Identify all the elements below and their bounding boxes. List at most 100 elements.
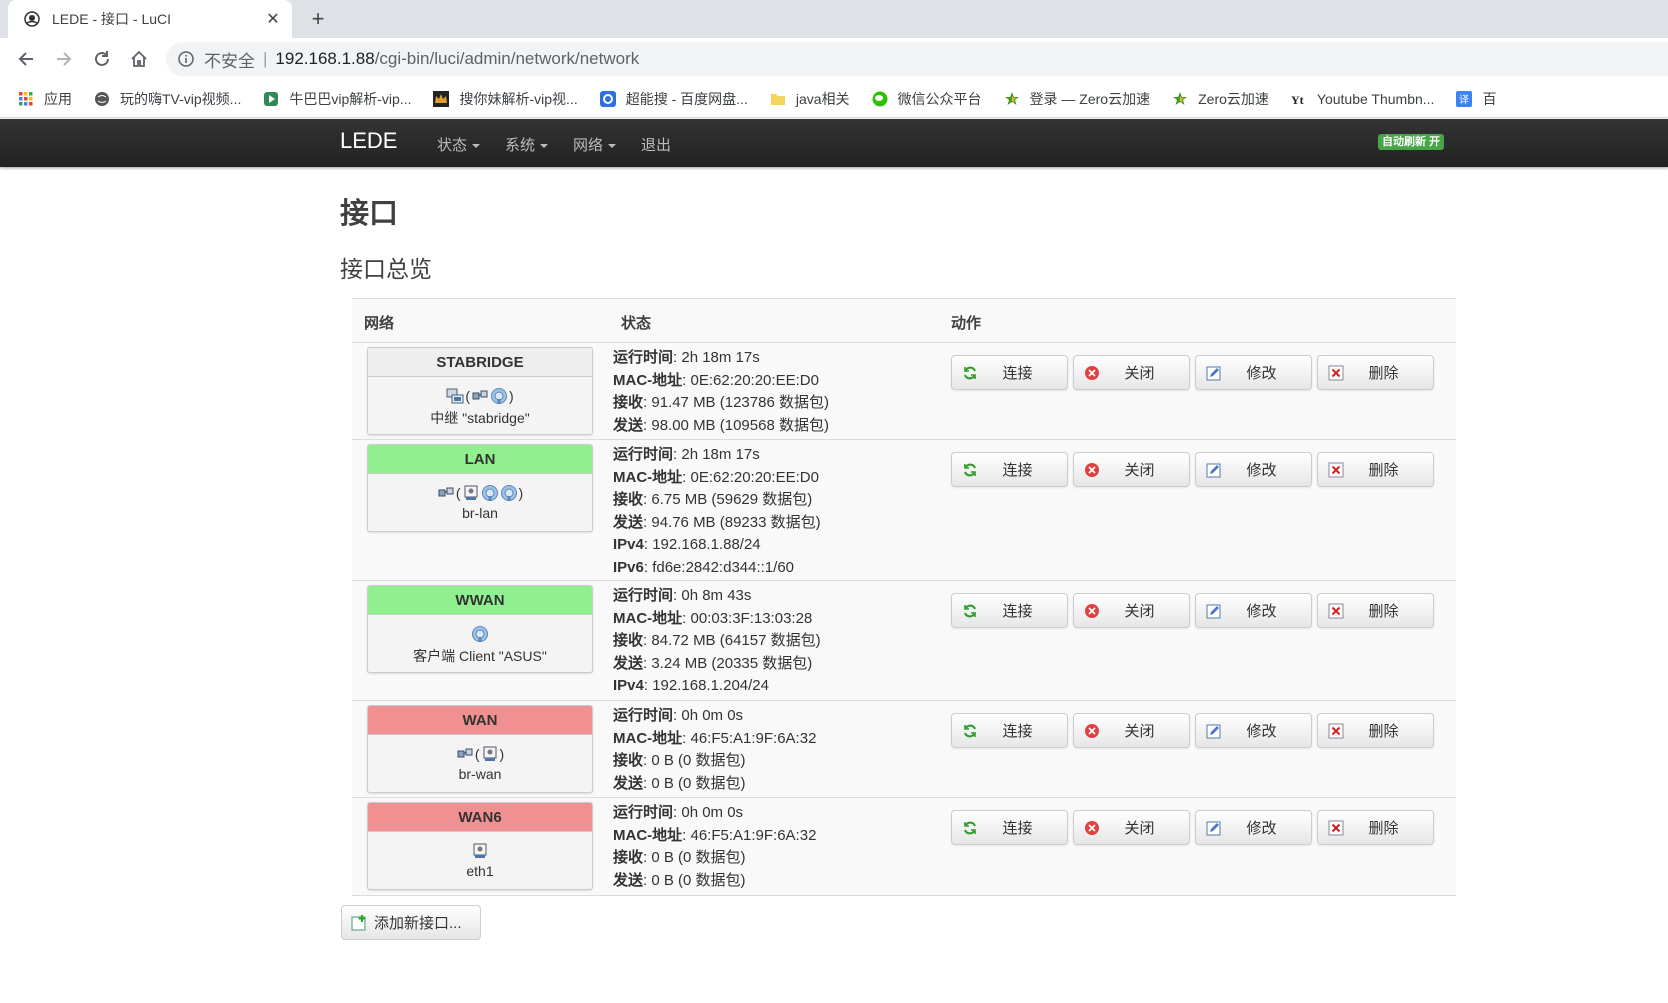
bookmark-item[interactable]: 译百 — [1456, 89, 1496, 109]
svg-text:Yt: Yt — [1291, 93, 1304, 107]
caret-down-icon — [608, 143, 617, 148]
edit-button[interactable]: 修改 — [1195, 355, 1312, 390]
edit-button[interactable]: 修改 — [1195, 810, 1312, 845]
status-block: 运行时间: 2h 18m 17s MAC-地址: 0E:62:20:20:EE:D… — [613, 347, 829, 437]
connect-button[interactable]: 连接 — [951, 593, 1068, 628]
status-label: IPv4 — [613, 677, 644, 695]
edit-button[interactable]: 修改 — [1195, 452, 1312, 487]
connect-button[interactable]: 连接 — [951, 452, 1068, 487]
network-box[interactable]: WWAN 客户端 Client "ASUS" — [367, 585, 593, 673]
bracket-text: ) — [509, 388, 514, 404]
status-value: 0h 0m 0s — [681, 804, 744, 821]
forward-arrow-icon[interactable] — [50, 46, 78, 72]
bookmark-item[interactable]: 登录 — Zero云加速 — [1004, 89, 1150, 109]
connect-button[interactable]: 连接 — [951, 355, 1068, 390]
new-tab-button[interactable]: + — [304, 6, 332, 32]
status-value: 3.24 MB (20335 数据包) — [651, 654, 813, 672]
status-uptime: 运行时间: 2h 18m 17s — [613, 446, 760, 463]
connect-button[interactable]: 连接 — [951, 713, 1068, 748]
status-label: 接收 — [613, 491, 644, 509]
status-label: MAC-地址 — [613, 609, 683, 627]
translate-icon: 译 — [1456, 90, 1473, 107]
home-icon[interactable] — [125, 46, 153, 72]
delete-button[interactable]: 删除 — [1317, 452, 1434, 487]
stop-button[interactable]: 关闭 — [1073, 810, 1190, 845]
status-ipv6: IPv6: fd6e:2842:d344::1/60 — [613, 558, 794, 576]
svg-text:译: 译 — [1459, 94, 1469, 106]
network-box[interactable]: WAN() br-wan — [367, 705, 593, 793]
status-value: 94.76 MB (89233 数据包) — [651, 513, 821, 531]
network-name: STABRIDGE — [368, 348, 592, 377]
bookmark-item[interactable]: 牛巴巴vip解析-vip... — [263, 89, 411, 109]
action-buttons: 连接 关闭 修改 删除 — [951, 810, 1434, 845]
port-icon — [471, 842, 489, 860]
bookmark-item[interactable]: java相关 — [770, 89, 850, 109]
wifi-icon — [481, 484, 499, 502]
back-arrow-icon[interactable] — [12, 46, 40, 72]
bookmark-item[interactable]: 玩的嗨TV-vip视频... — [94, 89, 241, 109]
status-value: 0 B (0 数据包) — [651, 871, 746, 889]
bookmark-item[interactable]: Zero云加速 — [1172, 89, 1269, 109]
caret-down-icon — [472, 143, 481, 148]
table-header: 网络 状态 动作 — [352, 299, 1456, 343]
menu-status[interactable]: 状态 — [437, 134, 481, 155]
bracket-text: ( — [455, 485, 461, 501]
status-tx: 发送: 94.76 MB (89233 数据包) — [613, 513, 821, 531]
delete-button[interactable]: 删除 — [1317, 593, 1434, 628]
bookmark-item[interactable]: Yt Youtube Thumbn... — [1291, 91, 1435, 107]
edit-button[interactable]: 修改 — [1195, 593, 1312, 628]
bookmark-item[interactable]: 微信公众平台 — [872, 89, 982, 109]
status-value: 0E:62:20:20:EE:D0 — [690, 468, 819, 486]
edit-button[interactable]: 修改 — [1195, 713, 1312, 748]
browser-tab[interactable]: LEDE - 接口 - LuCI ✕ — [8, 0, 292, 38]
bookmark-item[interactable]: 应用 — [18, 89, 72, 109]
button-label: 修改 — [1246, 365, 1277, 382]
network-name: WAN6 — [368, 803, 592, 832]
bookmark-label: 微信公众平台 — [897, 90, 982, 107]
menu-network[interactable]: 网络 — [573, 134, 617, 155]
bookmarks-bar: 应用 玩的嗨TV-vip视频... 牛巴巴vip解析-vip... 搜你妹解析-vip… — [0, 80, 1668, 118]
status-tx: 发送: 0 B (0 数据包) — [613, 774, 746, 792]
star-icon — [1172, 91, 1188, 107]
status-rx: 接收: 6.75 MB (59629 数据包) — [613, 491, 813, 509]
network-devices — [368, 840, 592, 862]
menu-logout[interactable]: 退出 — [641, 134, 671, 155]
bookmark-label: Youtube Thumbn... — [1316, 90, 1435, 107]
stop-button[interactable]: 关闭 — [1073, 593, 1190, 628]
reload-icon[interactable] — [88, 46, 116, 72]
info-icon[interactable] — [178, 51, 194, 67]
bookmark-item[interactable]: 搜你妹解析-vip视... — [433, 89, 578, 109]
stop-button[interactable]: 关闭 — [1073, 713, 1190, 748]
column-status: 状态 — [621, 315, 652, 332]
network-devices: () — [368, 482, 592, 504]
button-label: 连接 — [1002, 723, 1033, 740]
network-box[interactable]: STABRIDGE () 中继 "stabridge" — [367, 347, 593, 435]
button-label: 删除 — [1368, 365, 1399, 382]
network-box[interactable]: LAN() br-lan — [367, 444, 593, 532]
stop-button[interactable]: 关闭 — [1073, 355, 1190, 390]
status-ipv4: IPv4: 192.168.1.204/24 — [613, 677, 769, 695]
network-box[interactable]: WAN6 eth1 — [367, 802, 593, 890]
stop-button[interactable]: 关闭 — [1073, 452, 1190, 487]
brand-logo[interactable]: LEDE — [340, 128, 397, 154]
url-separator: | — [263, 49, 268, 68]
close-tab-icon[interactable]: ✕ — [262, 8, 284, 30]
crown-icon — [433, 90, 450, 107]
status-label: 发送 — [613, 871, 644, 889]
button-label: 修改 — [1246, 723, 1277, 740]
status-label: 发送 — [613, 654, 644, 672]
delete-button[interactable]: 删除 — [1317, 810, 1434, 845]
connect-button[interactable]: 连接 — [951, 810, 1068, 845]
menu-system[interactable]: 系统 — [505, 134, 549, 155]
status-value: 0h 0m 0s — [681, 707, 744, 724]
add-interface-button[interactable]: 添加新接口... — [341, 905, 481, 940]
status-value: 98.00 MB (109568 数据包) — [651, 416, 829, 434]
status-label: MAC-地址 — [613, 468, 683, 486]
bookmark-item[interactable]: 超能搜 - 百度网盘... — [599, 89, 748, 109]
delete-button[interactable]: 删除 — [1317, 355, 1434, 390]
button-label: 连接 — [1002, 820, 1033, 837]
delete-button[interactable]: 删除 — [1317, 713, 1434, 748]
address-bar[interactable]: 不安全 | 192.168.1.88/cgi-bin/luci/admin/ne… — [166, 42, 1668, 76]
button-label: 修改 — [1246, 820, 1277, 837]
auto-refresh-badge[interactable]: 自动刷新 开 — [1378, 134, 1445, 150]
